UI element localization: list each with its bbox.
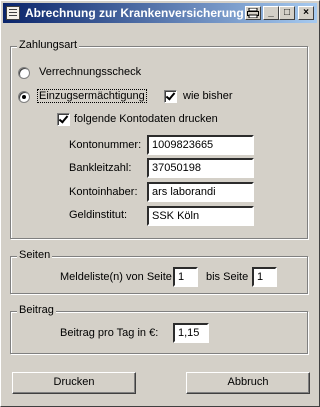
drucken-button[interactable]: Drucken	[12, 372, 136, 394]
kontoinhaber-input[interactable]: ars laborandi	[147, 182, 254, 202]
abbruch-button[interactable]: Abbruch	[186, 372, 310, 394]
print-icon[interactable]	[245, 6, 261, 20]
verrechnungsscheck-radio[interactable]	[18, 67, 30, 79]
bis-seite-input[interactable]: 1	[252, 267, 277, 287]
geldinstitut-label: Geldinstitut:	[69, 209, 128, 221]
bankleitzahl-input[interactable]: 37050198	[147, 158, 254, 178]
einzugsermaechtigung-radio[interactable]	[18, 91, 30, 103]
kontoinhaber-label: Kontoinhaber:	[69, 186, 138, 198]
title-bar[interactable]: Abrechnung zur Krankenversicherung _ □ ×	[3, 3, 317, 23]
kontonummer-label: Kontonummer:	[69, 139, 142, 151]
von-seite-input[interactable]: 1	[173, 267, 198, 287]
bis-seite-label: bis Seite	[206, 271, 249, 283]
verrechnungsscheck-label[interactable]: Verrechnungsscheck	[39, 66, 141, 78]
beitrag-pro-tag-input[interactable]: 1,15	[173, 323, 209, 343]
meldeliste-von-label: Meldeliste(n) von Seite	[60, 271, 172, 283]
kontodaten-drucken-checkbox[interactable]	[57, 113, 70, 126]
window-title: Abrechnung zur Krankenversicherung	[25, 6, 244, 20]
bankleitzahl-label: Bankleitzahl:	[69, 162, 132, 174]
kontodaten-drucken-label[interactable]: folgende Kontodaten drucken	[74, 113, 218, 125]
close-button[interactable]: ×	[298, 6, 314, 20]
beitrag-group: Beitrag	[10, 304, 308, 354]
kontonummer-input[interactable]: 1009823665	[147, 135, 254, 155]
minimize-button[interactable]: _	[263, 6, 279, 20]
app-icon	[6, 6, 20, 20]
wie-bisher-checkbox[interactable]	[164, 90, 177, 103]
beitrag-label: Beitrag	[17, 304, 56, 316]
beitrag-pro-tag-label: Beitrag pro Tag in €:	[60, 327, 159, 339]
einzugsermaechtigung-label[interactable]: Einzugsermächtigung	[37, 89, 147, 103]
wie-bisher-label[interactable]: wie bisher	[183, 90, 233, 102]
seiten-label: Seiten	[17, 249, 53, 261]
dialog-window: Abrechnung zur Krankenversicherung _ □ ×…	[0, 0, 320, 407]
maximize-button[interactable]: □	[279, 6, 295, 20]
zahlungsart-label: Zahlungsart	[17, 39, 80, 51]
geldinstitut-input[interactable]: SSK Köln	[147, 206, 254, 226]
